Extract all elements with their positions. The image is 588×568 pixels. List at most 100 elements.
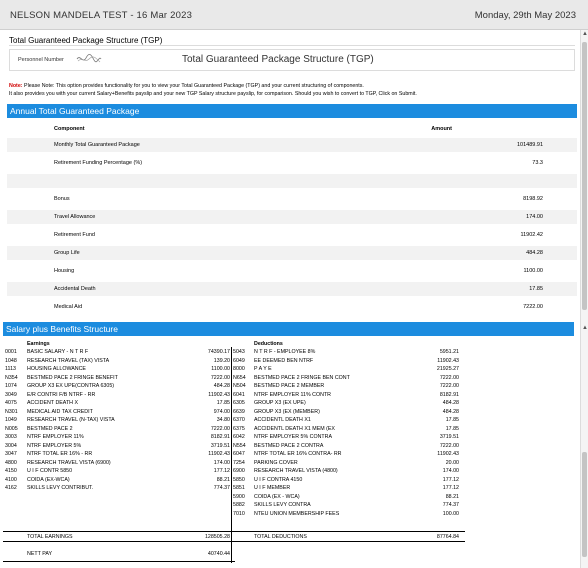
top-bar: NELSON MANDELA TEST - 16 Mar 2023 Monday… xyxy=(0,0,588,30)
deduction-amount: 174.00 xyxy=(442,468,459,474)
earning-amount: 774.37 xyxy=(213,485,230,491)
deduction-code: 6305 xyxy=(233,400,245,406)
deduction-description: U I F MEMBER xyxy=(254,485,291,491)
component-cell: Bonus xyxy=(54,196,70,202)
earning-amount: 1100.00 xyxy=(211,366,230,372)
earning-description: MEDICAL AID TAX CREDIT xyxy=(27,408,93,415)
earning-description: SKILLS LEVY CONTRIBUT. xyxy=(27,485,94,491)
deduction-amount: 8182.91 xyxy=(439,391,459,398)
table-row: Bonus 8198.92 xyxy=(7,192,577,206)
earning-code: 0001 xyxy=(5,349,17,355)
table-row: Accidental Death 17.85 xyxy=(7,282,577,296)
component-cell: Retirement Fund xyxy=(54,232,95,238)
amount-cell: 17.85 xyxy=(529,286,543,292)
scroll-up-arrow-icon[interactable]: ▲ xyxy=(581,324,588,332)
payslip-totals-rule xyxy=(3,531,465,532)
earning-code: 4150 xyxy=(5,468,17,474)
amount-cell: 174.00 xyxy=(526,214,543,220)
deduction-description: NTRF EMPLOYER 5% CONTRA xyxy=(254,434,332,440)
info-note: Note: Please Note: This option provides … xyxy=(9,82,579,98)
amount-cell: 1100.00 xyxy=(523,268,543,274)
total-deductions-label: TOTAL DEDUCTIONS xyxy=(254,534,307,540)
earning-amount: 7222.00 xyxy=(210,374,230,381)
personnel-panel: Personnel Number Total Guaranteed Packag… xyxy=(9,49,575,71)
upper-scrollbar[interactable]: ▲ xyxy=(580,30,588,322)
upper-scrollbar-thumb[interactable] xyxy=(582,42,587,310)
earning-description: ACCIDENT DEATH X xyxy=(27,400,79,406)
deduction-code: 7010 xyxy=(233,510,245,517)
amount-cell: 7222.00 xyxy=(523,304,543,310)
deduction-amount: 17.85 xyxy=(445,425,459,432)
deduction-description: GROUP X3 (EX (MEMBER) xyxy=(254,408,320,415)
deduction-code: 6047 xyxy=(233,451,245,457)
earning-amount: 174.00 xyxy=(213,459,230,466)
component-cell: Monthly Total Guaranteed Package xyxy=(54,142,140,148)
deduction-code: 5900 xyxy=(233,493,245,500)
deduction-description: SKILLS LEVY CONTRA xyxy=(254,502,311,508)
earning-code: 1113 xyxy=(5,366,16,372)
component-cell: Medical Aid xyxy=(54,304,83,310)
earning-amount: 484.28 xyxy=(213,383,230,389)
payslip-totals-rule-bottom xyxy=(3,541,465,542)
deduction-code: 6370 xyxy=(233,417,245,423)
earning-description: E/R CONTRI F/B NTRF - RR xyxy=(27,391,96,398)
earning-amount: 11902.43 xyxy=(208,451,230,457)
deduction-amount: 5951.21 xyxy=(439,349,459,355)
earning-amount: 974.00 xyxy=(213,408,230,415)
nett-pay-rule xyxy=(3,561,235,562)
total-earnings-value: 128505.28 xyxy=(204,534,230,540)
earning-description: HOUSING ALLOWANCE xyxy=(27,366,86,372)
earning-amount: 17.85 xyxy=(216,400,230,406)
component-cell: Group Life xyxy=(54,250,80,256)
earning-amount: 177.12 xyxy=(213,468,230,474)
earning-code: 3003 xyxy=(5,434,17,440)
deduction-description: NTRF TOTAL ER 16% CONTRA- RR xyxy=(254,451,342,457)
deduction-code: 6639 xyxy=(233,408,245,415)
deduction-amount: 11902.43 xyxy=(437,451,459,457)
deduction-description: GROUP X3 (EX UPE) xyxy=(254,400,306,406)
component-cell: Travel Allowance xyxy=(54,214,96,220)
deduction-amount: 177.12 xyxy=(442,476,459,483)
personnel-number-label: Personnel Number xyxy=(18,57,64,63)
deduction-code: N554 xyxy=(233,442,246,449)
earning-code: N005 xyxy=(5,425,18,432)
deduction-description: PARKING COVER xyxy=(254,459,298,466)
earning-description: BASIC SALARY - N T R F xyxy=(27,349,89,355)
earning-description: BESTMED PACE 2 FRINGE BENEFIT xyxy=(27,374,118,381)
deduction-amount: 100.00 xyxy=(442,510,459,517)
deduction-amount: 484.28 xyxy=(442,408,459,415)
earning-code: 4162 xyxy=(5,485,17,491)
earning-code: 3004 xyxy=(5,442,17,449)
lower-scrollbar[interactable]: ▲ xyxy=(580,322,588,568)
deduction-amount: 11902.43 xyxy=(437,357,459,364)
earning-code: N354 xyxy=(5,374,18,381)
lower-scrollbar-thumb[interactable] xyxy=(582,452,587,557)
deduction-amount: 7222.00 xyxy=(439,383,459,389)
note-prefix: Note: xyxy=(9,83,23,89)
earning-description: RESEARCH TRAVEL (TAX) VISTA xyxy=(27,357,110,364)
earning-amount: 139.20 xyxy=(213,357,230,364)
scroll-up-arrow-icon[interactable]: ▲ xyxy=(581,30,588,38)
deduction-amount: 7222.00 xyxy=(439,374,459,381)
note-line-2: It also provides you with your current S… xyxy=(9,91,417,97)
earning-description: COIDA (EX-WCA) xyxy=(27,476,70,483)
deduction-amount: 20.00 xyxy=(445,459,459,466)
earning-amount: 11902.43 xyxy=(208,391,230,398)
deduction-amount: 484.28 xyxy=(442,400,459,406)
panel-heading: Total Guaranteed Package Structure (TGP) xyxy=(182,54,374,65)
total-deductions-value: 87764.84 xyxy=(436,534,459,540)
deduction-description: ACCIDENTL DEATH X1 MEM (EX xyxy=(254,425,335,432)
earning-description: GROUP X3 EX UPE(CONTRA 6305) xyxy=(27,383,115,389)
table-row xyxy=(7,174,577,188)
deduction-description: P A Y E xyxy=(254,366,272,372)
column-header-component: Component xyxy=(54,126,85,132)
earning-code: N301 xyxy=(5,408,18,415)
earning-amount: 7222.00 xyxy=(210,425,230,432)
deductions-heading: Deductions xyxy=(254,341,283,347)
deduction-amount: 177.12 xyxy=(442,485,459,491)
earning-description: NTRF EMPLOYER 5% xyxy=(27,442,82,449)
deduction-description: NTRF EMPLOYER 11% CONTR xyxy=(254,391,332,398)
deduction-code: 7254 xyxy=(233,459,245,466)
salary-benefits-header: Salary plus Benefits Structure xyxy=(3,322,574,336)
deduction-code: 6375 xyxy=(233,425,245,432)
